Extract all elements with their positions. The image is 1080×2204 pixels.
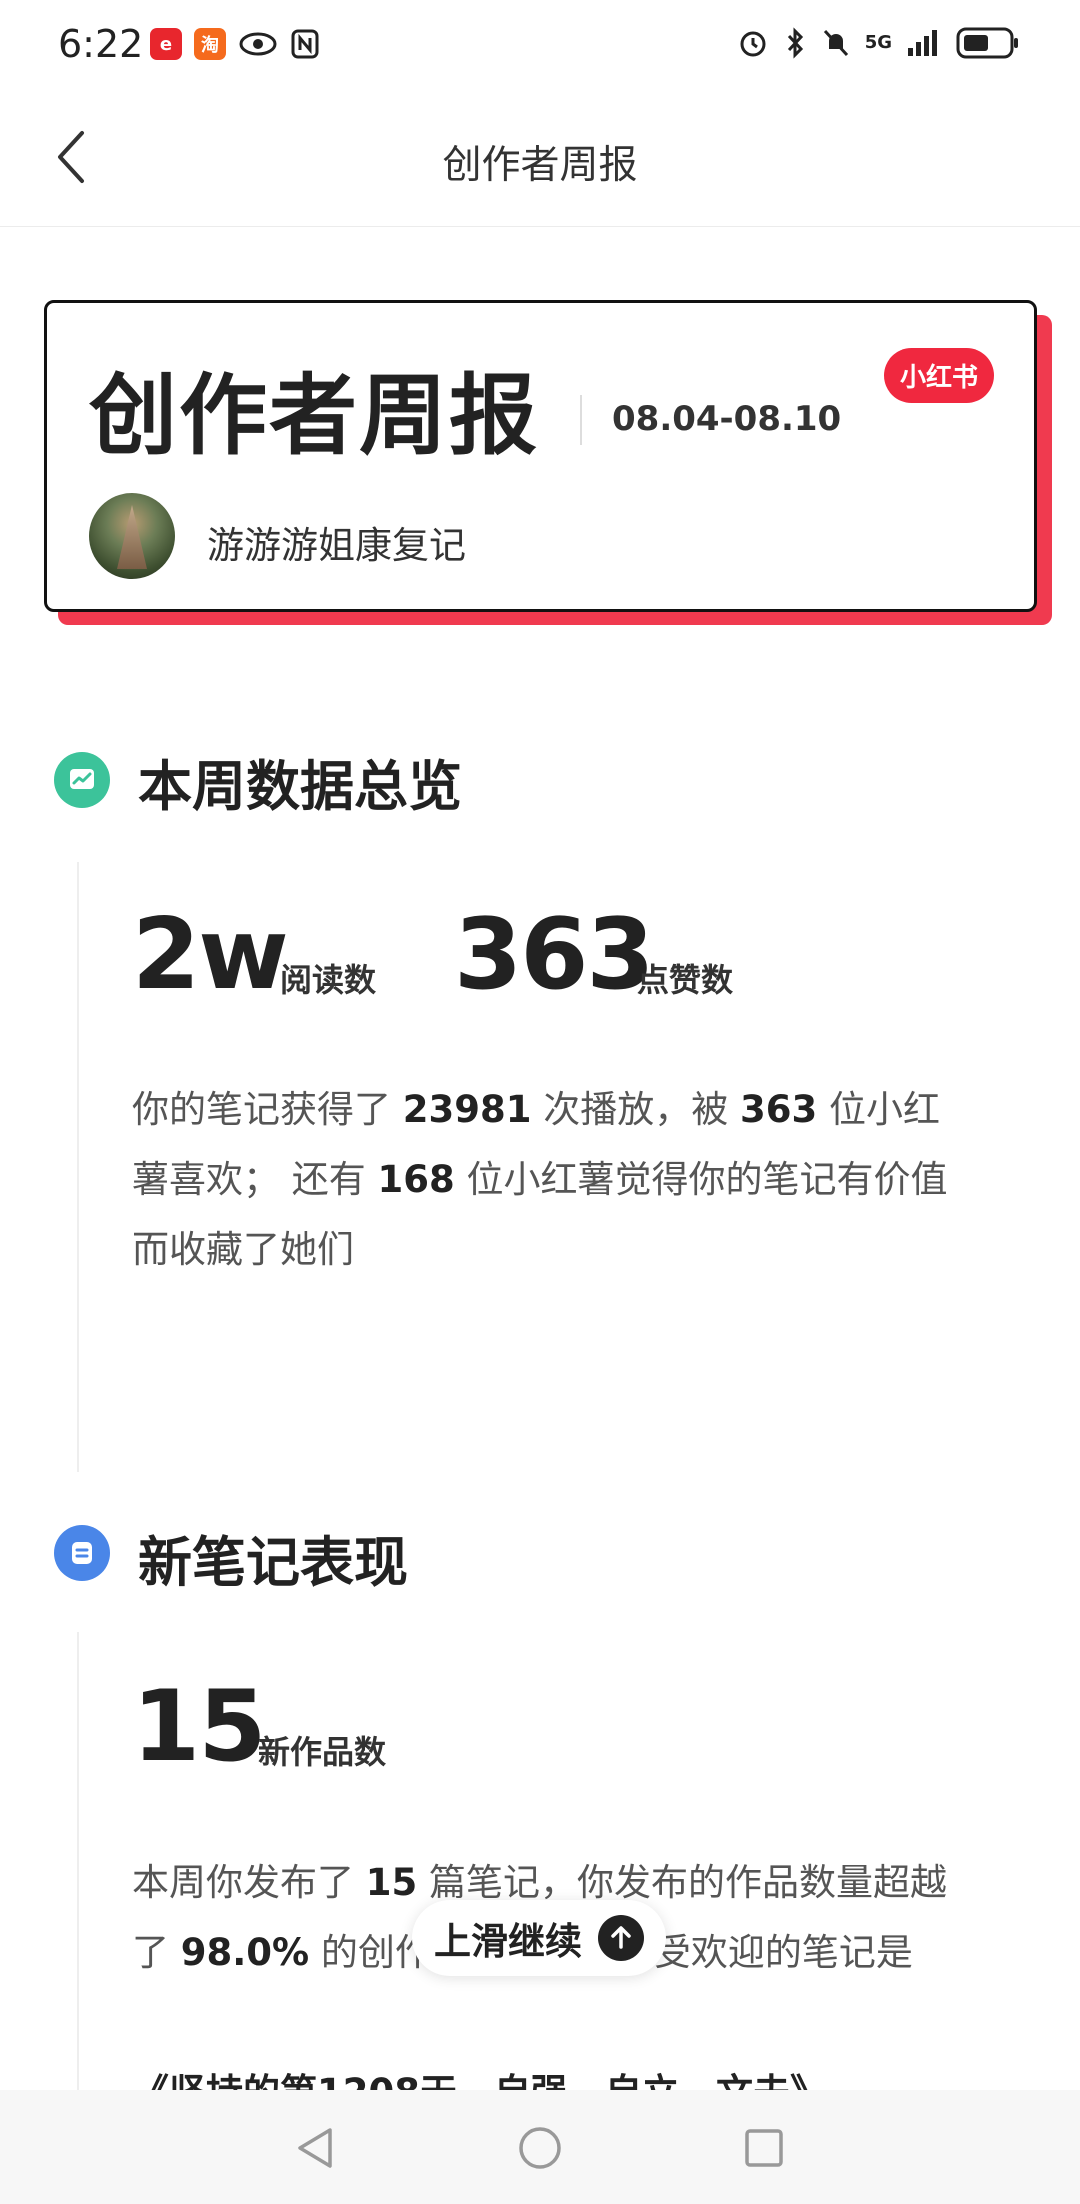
network-type: 5G bbox=[864, 32, 892, 53]
report-card: 创作者周报 08.04-08.10 小红书 游游游姐康复记 bbox=[44, 300, 1037, 612]
status-time: 6:22 bbox=[58, 22, 144, 66]
note-icon bbox=[54, 1525, 110, 1581]
eye-icon bbox=[239, 32, 277, 56]
continue-label: 上滑继续 bbox=[434, 1920, 582, 1963]
square-recents-icon bbox=[745, 2129, 783, 2167]
status-indicators: 5G bbox=[737, 26, 1020, 60]
top-navigation-bar: 创作者周报 bbox=[0, 92, 1080, 227]
xiaohongshu-logo-badge: 小红书 bbox=[884, 348, 994, 403]
percentile-value: 98.0% bbox=[180, 1931, 310, 1974]
likes-value: 363 bbox=[454, 898, 655, 1012]
nav-recents-button[interactable] bbox=[736, 2120, 792, 2176]
signal-icon bbox=[908, 30, 937, 56]
date-range: 08.04-08.10 bbox=[612, 399, 842, 439]
user-name[interactable]: 游游游姐康复记 bbox=[207, 515, 466, 569]
nav-back-button[interactable] bbox=[286, 2120, 342, 2176]
chart-trend-icon bbox=[54, 752, 110, 808]
circle-home-icon bbox=[519, 2127, 561, 2169]
overview-section-title: 本周数据总览 bbox=[138, 755, 462, 818]
arrow-up-icon bbox=[598, 1915, 644, 1961]
new-works-value: 15 bbox=[132, 1670, 266, 1784]
status-app-icons: e 淘 bbox=[150, 28, 320, 60]
triangle-back-icon bbox=[298, 2128, 332, 2168]
swipe-up-continue-button[interactable]: 上滑继续 bbox=[412, 1900, 666, 1976]
reads-value: 2w bbox=[132, 898, 289, 1012]
page-title: 创作者周报 bbox=[442, 143, 638, 188]
battery-icon bbox=[956, 27, 1018, 59]
nfc-icon bbox=[291, 29, 319, 59]
system-navigation-bar bbox=[0, 2090, 1080, 2204]
nav-home-button[interactable] bbox=[512, 2120, 568, 2176]
app-red-icon: e bbox=[150, 28, 182, 60]
bluetooth-icon bbox=[787, 27, 803, 59]
card-title: 创作者周报 bbox=[89, 364, 540, 467]
plays-count: 23981 bbox=[402, 1088, 532, 1131]
new-notes-timeline-line bbox=[77, 1632, 79, 2092]
reads-label: 阅读数 bbox=[280, 961, 377, 999]
taobao-icon: 淘 bbox=[194, 28, 226, 60]
new-notes-section-title: 新笔记表现 bbox=[138, 1531, 408, 1594]
new-works-label: 新作品数 bbox=[258, 1733, 387, 1771]
mute-icon bbox=[823, 29, 848, 57]
likes-label: 点赞数 bbox=[637, 961, 734, 999]
overview-timeline-line bbox=[77, 862, 79, 1472]
card-divider bbox=[580, 395, 582, 445]
likes-count: 363 bbox=[740, 1088, 818, 1131]
saves-count: 168 bbox=[377, 1158, 455, 1201]
overview-description: 你的笔记获得了 23981 次播放，被 363 位小红薯喜欢； 还有 168 位… bbox=[132, 1088, 948, 1271]
alarm-icon bbox=[740, 31, 766, 57]
avatar[interactable] bbox=[89, 493, 175, 579]
status-bar: 6:22 e 淘 5G bbox=[0, 0, 1080, 92]
notes-published-count: 15 bbox=[365, 1861, 418, 1904]
